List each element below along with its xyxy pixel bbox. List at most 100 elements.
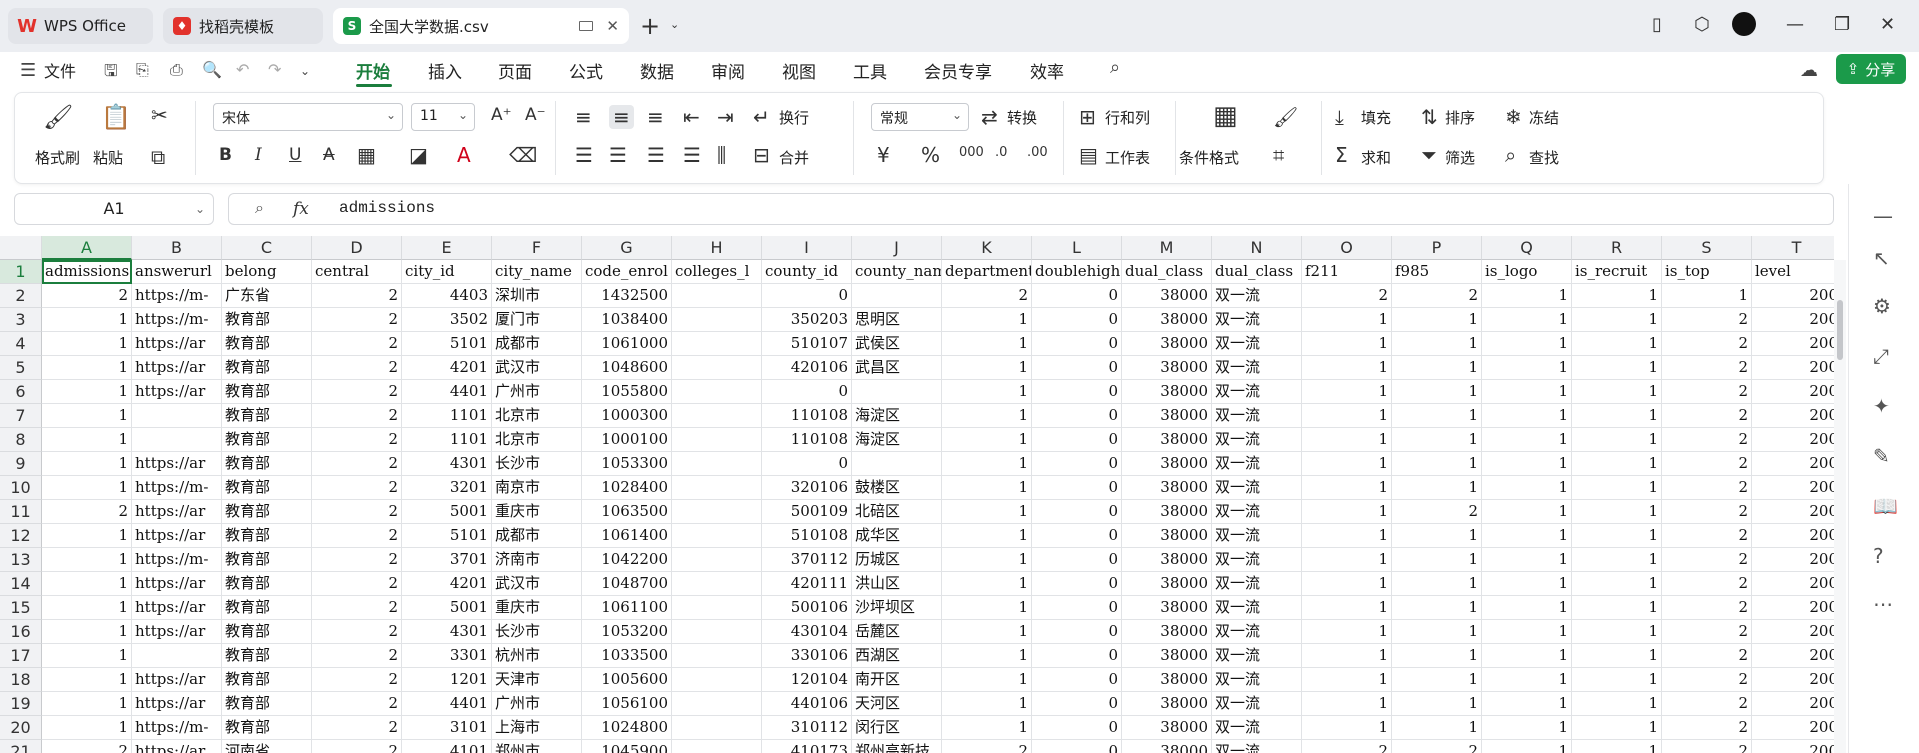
table-cell[interactable]: 1063500 — [582, 500, 672, 524]
table-cell[interactable]: 38000 — [1122, 644, 1212, 668]
table-cell[interactable]: 2 — [1662, 620, 1752, 644]
spreadsheet-grid[interactable]: A B C D E F G H I J K L M N O P Q R S T 1 admissions answerurl… — [0, 236, 1834, 753]
table-cell[interactable]: 1201 — [402, 668, 492, 692]
table-cell[interactable]: 2 — [1662, 332, 1752, 356]
table-cell[interactable]: 38000 — [1122, 332, 1212, 356]
table-cell[interactable]: 1 — [1572, 524, 1662, 548]
column-header-i[interactable]: I — [762, 236, 852, 260]
close-tab-icon[interactable]: ✕ — [606, 17, 619, 35]
tab-docer[interactable]: ♦ 找稻壳模板 — [163, 8, 323, 44]
cell-style-icon[interactable]: 🖌 — [1273, 105, 1298, 129]
table-cell[interactable]: 1 — [1482, 332, 1572, 356]
table-cell[interactable]: 1033500 — [582, 644, 672, 668]
table-cell[interactable]: 1028400 — [582, 476, 672, 500]
table-cell[interactable]: 1 — [1572, 548, 1662, 572]
table-cell[interactable]: 38000 — [1122, 380, 1212, 404]
currency-icon[interactable]: ¥ — [877, 143, 890, 167]
row-header[interactable]: 11 — [0, 500, 42, 524]
format-painter-icon[interactable]: 🖌 — [43, 103, 73, 131]
table-cell[interactable] — [672, 716, 762, 740]
table-cell[interactable]: 广州市 — [492, 692, 582, 716]
table-cell[interactable]: 双一流 — [1212, 620, 1302, 644]
export-icon[interactable]: ⎘ — [136, 60, 149, 80]
table-cell[interactable]: https://m- — [132, 716, 222, 740]
column-header-c[interactable]: C — [222, 236, 312, 260]
table-cell[interactable]: 0 — [1032, 428, 1122, 452]
table-cell[interactable]: 1 — [1482, 356, 1572, 380]
table-cell[interactable]: 1 — [1392, 692, 1482, 716]
table-cell[interactable]: 双一流 — [1212, 428, 1302, 452]
table-cell[interactable]: 1 — [42, 308, 132, 332]
table-cell[interactable]: https://ar — [132, 668, 222, 692]
header-cell[interactable]: admissions — [42, 260, 132, 284]
table-cell[interactable]: 河南省 — [222, 740, 312, 753]
close-window-icon[interactable]: ✕ — [1880, 14, 1895, 35]
table-cell[interactable]: 1 — [942, 452, 1032, 476]
table-cell[interactable]: 1 — [942, 548, 1032, 572]
table-cell[interactable]: 38000 — [1122, 476, 1212, 500]
row-header[interactable]: 4 — [0, 332, 42, 356]
table-cell[interactable]: 厦门市 — [492, 308, 582, 332]
table-cell[interactable]: 2 — [1662, 404, 1752, 428]
table-cell[interactable]: 1 — [1302, 716, 1392, 740]
table-cell[interactable]: https://ar — [132, 740, 222, 753]
tab-csv-file[interactable]: S 全国大学数据.csv ✕ — [333, 8, 629, 44]
font-color-icon[interactable]: A — [457, 143, 471, 167]
table-cell[interactable]: 1 — [1482, 380, 1572, 404]
table-cell[interactable]: 0 — [1032, 740, 1122, 753]
table-cell[interactable]: 1 — [42, 332, 132, 356]
table-cell[interactable]: 38000 — [1122, 596, 1212, 620]
table-cell[interactable] — [672, 500, 762, 524]
table-cell[interactable]: 200 — [1752, 308, 1834, 332]
table-cell[interactable]: 1 — [942, 668, 1032, 692]
table-cell[interactable]: 1 — [1302, 476, 1392, 500]
table-cell[interactable]: 0 — [1032, 668, 1122, 692]
freeze-icon[interactable]: ❄ — [1505, 105, 1522, 129]
table-cell[interactable]: 4201 — [402, 572, 492, 596]
table-cell[interactable]: 510107 — [762, 332, 852, 356]
table-cell[interactable]: 深圳市 — [492, 284, 582, 308]
table-cell[interactable]: 双一流 — [1212, 284, 1302, 308]
table-cell[interactable]: 南京市 — [492, 476, 582, 500]
book-icon[interactable]: 📖 — [1873, 494, 1898, 518]
table-cell[interactable]: 38000 — [1122, 668, 1212, 692]
table-cell[interactable]: 2 — [312, 404, 402, 428]
table-cell[interactable]: 200 — [1752, 332, 1834, 356]
table-cell[interactable] — [672, 572, 762, 596]
table-cell[interactable]: 1 — [1302, 572, 1392, 596]
minimize-icon[interactable]: — — [1786, 14, 1804, 35]
table-cell[interactable]: 1 — [1392, 668, 1482, 692]
table-cell[interactable]: 0 — [1032, 284, 1122, 308]
table-cell[interactable]: 成都市 — [492, 524, 582, 548]
cut-icon[interactable]: ✂ — [151, 103, 168, 127]
name-box[interactable]: A1 ⌄ — [14, 193, 214, 225]
freeze-button[interactable]: 冻结 — [1529, 107, 1559, 128]
header-cell[interactable]: county_nam — [852, 260, 942, 284]
align-right-icon[interactable]: ☰ — [647, 143, 665, 167]
menu-formula[interactable]: 公式 — [569, 58, 603, 83]
align-top-icon[interactable]: ≡ — [575, 105, 592, 129]
table-cell[interactable] — [672, 356, 762, 380]
row-header[interactable]: 10 — [0, 476, 42, 500]
table-cell[interactable]: https://ar — [132, 332, 222, 356]
row-header[interactable]: 9 — [0, 452, 42, 476]
table-cell[interactable]: 1053200 — [582, 620, 672, 644]
table-cell[interactable]: 4401 — [402, 380, 492, 404]
table-cell[interactable]: 310112 — [762, 716, 852, 740]
merge-icon[interactable]: ⊟ — [753, 143, 770, 167]
table-cell[interactable]: 1 — [1482, 428, 1572, 452]
table-cell[interactable]: 200 — [1752, 740, 1834, 753]
table-cell[interactable]: 200 — [1752, 716, 1834, 740]
table-cell[interactable]: 双一流 — [1212, 404, 1302, 428]
italic-icon[interactable]: I — [255, 145, 262, 165]
merge-button[interactable]: 合并 — [779, 147, 809, 168]
table-cell[interactable]: https://ar — [132, 596, 222, 620]
convert-icon[interactable]: ⇄ — [981, 105, 998, 129]
table-cell[interactable]: https://m- — [132, 284, 222, 308]
table-cell[interactable]: 教育部 — [222, 308, 312, 332]
table-cell[interactable]: 1 — [42, 620, 132, 644]
table-cell[interactable]: 0 — [1032, 692, 1122, 716]
table-cell[interactable]: 1038400 — [582, 308, 672, 332]
table-cell[interactable]: 1 — [1572, 404, 1662, 428]
row-header[interactable]: 17 — [0, 644, 42, 668]
